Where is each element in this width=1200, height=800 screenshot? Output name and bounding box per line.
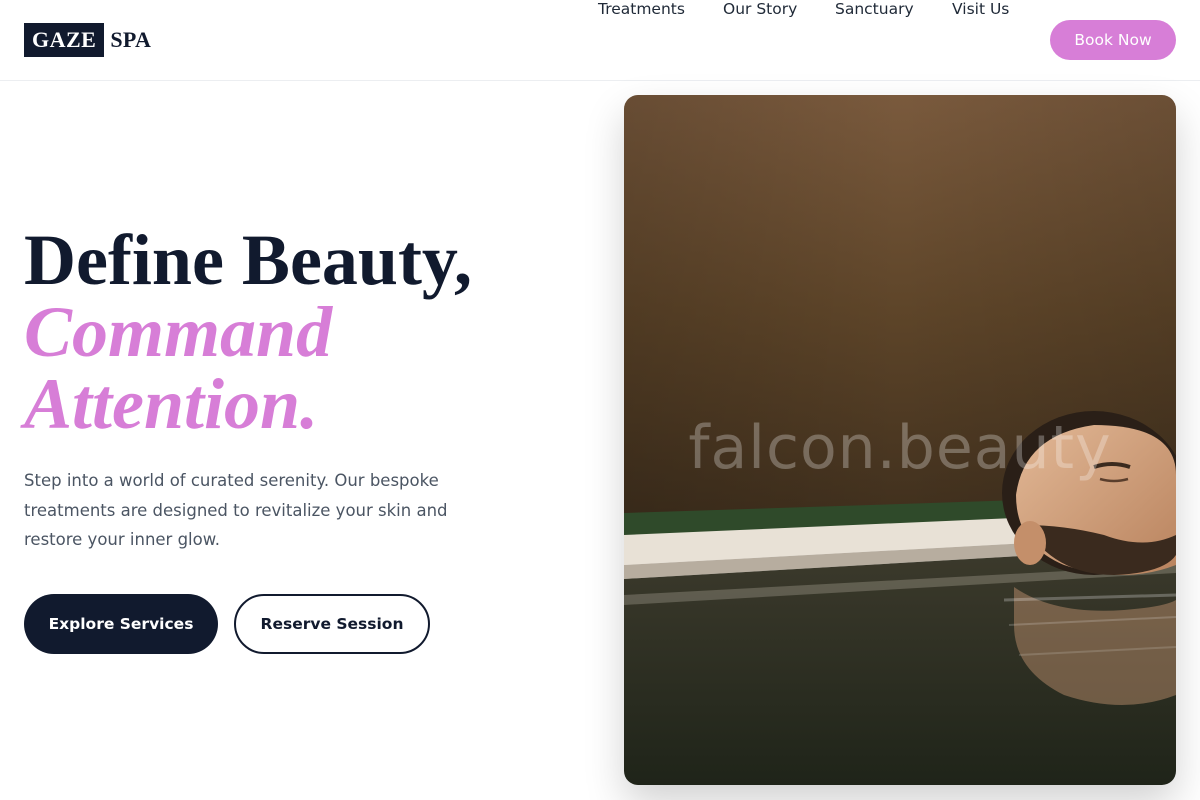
- hero-title-line-1: Define Beauty,: [24, 220, 472, 300]
- nav-item-treatments[interactable]: Treatments: [598, 0, 685, 18]
- nav-item-visit-us[interactable]: Visit Us: [952, 0, 1009, 18]
- hero-image: falcon.beauty: [624, 95, 1176, 785]
- reserve-session-button[interactable]: Reserve Session: [234, 594, 430, 654]
- explore-services-button[interactable]: Explore Services: [24, 594, 218, 654]
- logo-wordmark: SPA: [110, 27, 152, 52]
- hero-title-line-2: Command: [24, 292, 333, 372]
- spa-pool-photo: [624, 95, 1176, 785]
- logo-mark: GAZE: [24, 23, 105, 57]
- book-now-button[interactable]: Book Now: [1050, 20, 1176, 60]
- logo[interactable]: GAZE SPA: [24, 23, 151, 57]
- nav-item-sanctuary[interactable]: Sanctuary: [835, 0, 914, 18]
- hero-description: Step into a world of curated serenity. O…: [24, 471, 448, 549]
- site-header: GAZE SPA Treatments Our Story Sanctuary …: [0, 0, 1200, 81]
- hero-title: Define Beauty, Command Attention.: [24, 224, 584, 440]
- hero-title-line-3: Attention.: [24, 364, 319, 444]
- nav-item-our-story[interactable]: Our Story: [723, 0, 797, 18]
